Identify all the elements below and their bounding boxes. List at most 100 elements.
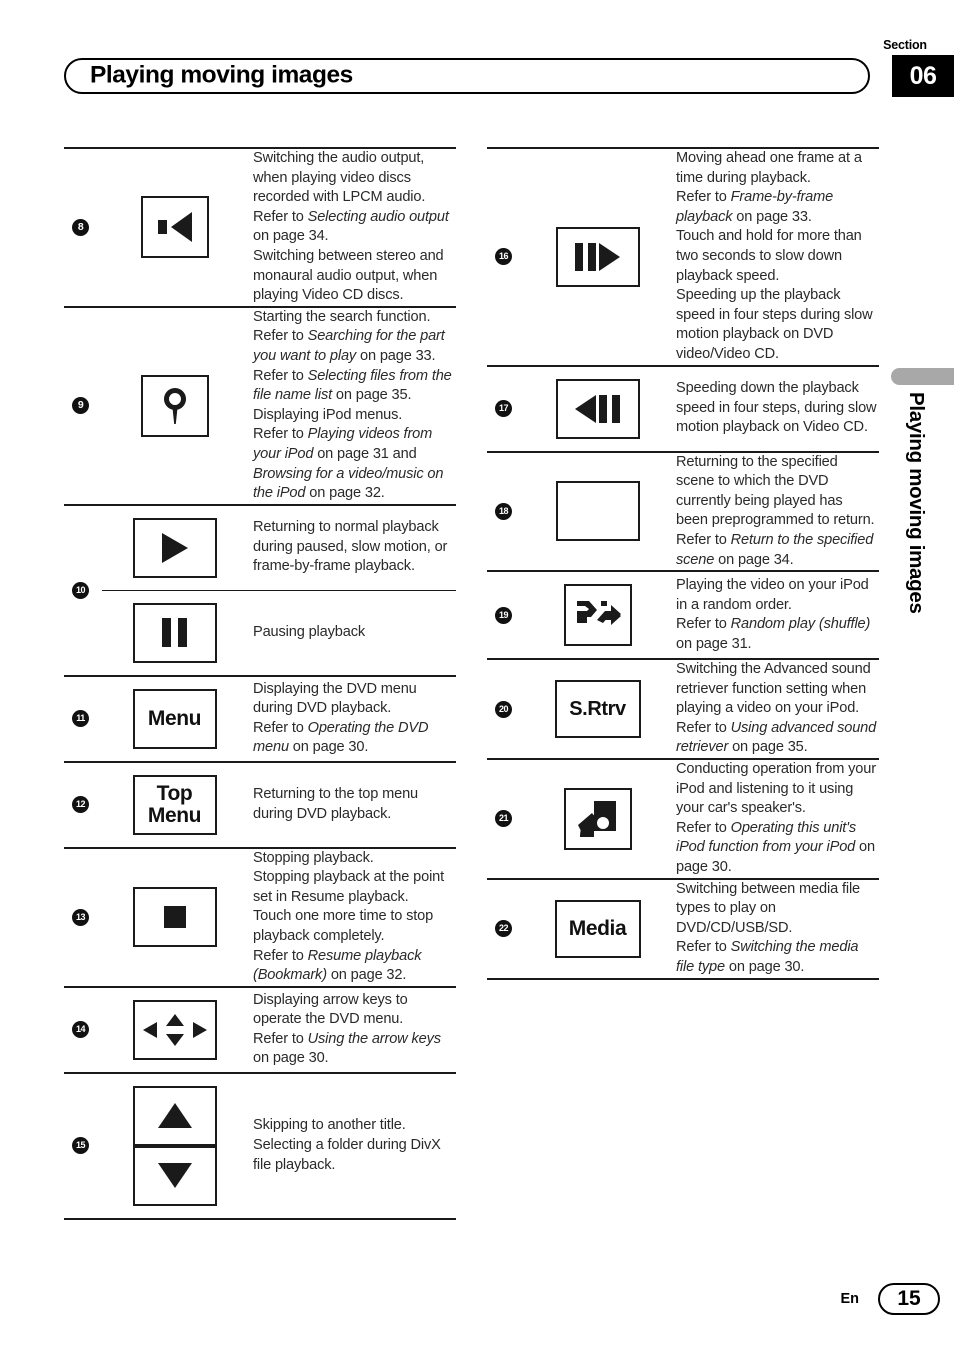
description-line: Refer to Operating this unit's iPod func… xyxy=(676,819,877,878)
description-cell: Switching between media file types to pl… xyxy=(670,880,879,978)
description-line: Refer to Playing videos from your iPod o… xyxy=(253,425,454,503)
description-fragment: on page 33. xyxy=(356,347,436,364)
description-fragment: Stopping playback at the point set in Re… xyxy=(253,869,445,905)
up-triangle xyxy=(157,1103,192,1129)
item-number-cell: 16 xyxy=(487,149,525,365)
description-cell: Speeding down the playback speed in four… xyxy=(670,367,879,451)
description-fragment: on page 34. xyxy=(253,228,329,245)
description-fragment: Displaying arrow keys to operate the DVD… xyxy=(253,991,408,1028)
control-row: 12 Top Menu Returning to the top menu durin… xyxy=(64,763,456,849)
description-fragment: Displaying the DVD menu during DVD playb… xyxy=(253,680,417,717)
description-line: Displaying arrow keys to operate the DVD… xyxy=(253,991,454,1030)
search-magnifier-icon[interactable] xyxy=(140,374,209,437)
description-cell: Returning to the specified scene to whic… xyxy=(670,453,879,571)
control-row: 11 Menu Displaying the DVD menu during DVD… xyxy=(64,677,456,763)
blank-return-icon[interactable] xyxy=(555,481,640,542)
sound-retriever-button-label: S.Rtrv xyxy=(569,697,626,720)
description-text: Switching between media file types to pl… xyxy=(676,880,877,978)
control-subgroup: Returning to normal playback during paus… xyxy=(102,506,456,675)
item-number-badge: 8 xyxy=(72,218,89,236)
description-fragment: Switching the Advanced sound retriever f… xyxy=(676,661,871,717)
page-title-pill: Playing moving images xyxy=(64,58,870,94)
description-text: Stopping playback. Stopping playback at t… xyxy=(253,849,454,986)
description-line: Switching the Advanced sound retriever f… xyxy=(676,660,877,719)
stop-icon[interactable] xyxy=(132,887,217,948)
language-code: En xyxy=(840,1291,859,1307)
play-icon[interactable] xyxy=(132,517,217,578)
description-text: Switching the audio output, when playing… xyxy=(253,149,454,306)
item-number-badge: 9 xyxy=(72,397,89,415)
control-row: 16 Moving ahead one frame at a time durin… xyxy=(487,147,879,367)
description-line: Skipping to another title. xyxy=(253,1116,454,1136)
down-triangle xyxy=(157,1163,192,1189)
frame-backward-glyph xyxy=(575,394,620,423)
description-fragment: Switching between media file types to pl… xyxy=(676,880,861,936)
menu-button-icon[interactable]: Menu xyxy=(132,688,217,749)
up-arrow-key[interactable] xyxy=(132,1085,217,1146)
down-arrow-key[interactable] xyxy=(132,1145,217,1206)
description-fragment: Switching the audio output, when playing… xyxy=(253,150,426,206)
description-line: Refer to Random play (shuffle) on page 3… xyxy=(676,615,877,654)
description-fragment: on page 31. xyxy=(676,635,752,652)
description-line: Refer to Selecting files from the file n… xyxy=(253,367,454,406)
item-number-badge: 13 xyxy=(72,908,89,926)
item-number-cell: 9 xyxy=(64,308,102,504)
description-fragment: on page 30. xyxy=(724,959,805,975)
description-line: Stopping playback at the point set in Re… xyxy=(253,868,454,907)
control-row: 14 Displaying arrow keys to operate the D… xyxy=(64,988,456,1074)
description-line: Displaying the DVD menu during DVD playb… xyxy=(253,680,454,719)
description-cell: Switching the Advanced sound retriever f… xyxy=(670,660,879,758)
description-text: Speeding down the playback speed in four… xyxy=(676,379,877,438)
control-row: 15 Skipping to another title. Selecting a … xyxy=(64,1074,456,1220)
description-cell: Moving ahead one frame at a time during … xyxy=(670,149,879,365)
description-fragment: on page 30. xyxy=(288,739,369,756)
description-fragment: Returning to the specified scene to whic… xyxy=(676,453,875,529)
icon-cell xyxy=(102,988,247,1072)
description-cell: Pausing playback xyxy=(247,591,456,675)
sound-retriever-button-icon[interactable]: S.Rtrv xyxy=(554,680,641,739)
description-cell: Switching the audio output, when playing… xyxy=(247,149,456,306)
description-fragment: Refer to xyxy=(676,531,731,548)
description-text: Playing the video on your iPod in a rand… xyxy=(676,576,877,654)
description-line: Returning to the specified scene to whic… xyxy=(676,453,877,531)
page-footer: En 15 xyxy=(0,1283,954,1325)
icon-cell xyxy=(102,506,247,590)
speaker-audio-output-icon[interactable] xyxy=(140,196,209,259)
description-line: Refer to Frame-by-frame playback on page… xyxy=(676,188,877,227)
top-menu-button-icon[interactable]: Top Menu xyxy=(132,774,217,835)
cross-reference-title: Selecting audio output xyxy=(307,208,449,225)
description-fragment: Displaying iPod menus. xyxy=(253,406,403,423)
item-number-cell: 14 xyxy=(64,988,102,1072)
description-line: Selecting a folder during DivX file play… xyxy=(253,1136,454,1175)
item-number-badge: 11 xyxy=(72,710,89,728)
hand-holding-ipod-icon[interactable] xyxy=(563,787,632,850)
description-text: Returning to the specified scene to whic… xyxy=(676,453,877,571)
description-cell: Starting the search function. Refer to Se… xyxy=(247,308,456,504)
description-fragment: Returning to the top menu during DVD pla… xyxy=(253,786,418,822)
media-button-icon[interactable]: Media xyxy=(554,899,641,958)
four-direction-arrow-keys-icon[interactable] xyxy=(132,999,217,1060)
magnifier-glyph xyxy=(163,387,186,424)
stop-square xyxy=(163,906,186,929)
icon-cell: Menu xyxy=(102,677,247,761)
description-line: Moving ahead one frame at a time during … xyxy=(676,149,877,188)
icon-cell xyxy=(102,849,247,986)
frame-backward-icon[interactable] xyxy=(555,378,640,439)
frame-forward-icon[interactable] xyxy=(555,226,640,287)
description-cell: Returning to normal playback during paus… xyxy=(247,506,456,590)
page-header: Section 06 Playing moving images xyxy=(0,0,954,120)
item-number-cell: 8 xyxy=(64,149,102,306)
icon-cell: Top Menu xyxy=(102,763,247,847)
up-down-arrow-icon xyxy=(132,1085,217,1206)
description-fragment: Refer to xyxy=(253,367,308,384)
control-row: 21 Conducting operation from your iPod an… xyxy=(487,760,879,880)
description-line: Switching between media file types to pl… xyxy=(676,880,877,939)
description-line: Refer to Using advanced sound retriever … xyxy=(676,719,877,758)
pause-icon[interactable] xyxy=(132,602,217,663)
description-fragment: on page 32. xyxy=(326,967,407,984)
menu-button-label: Menu xyxy=(147,707,202,731)
description-fragment: Refer to xyxy=(676,939,731,956)
description-fragment: Speeding up the playback speed in four s… xyxy=(676,287,873,362)
control-row: 10 Returning to normal playback during pa… xyxy=(64,506,456,677)
shuffle-random-icon[interactable] xyxy=(563,584,632,647)
